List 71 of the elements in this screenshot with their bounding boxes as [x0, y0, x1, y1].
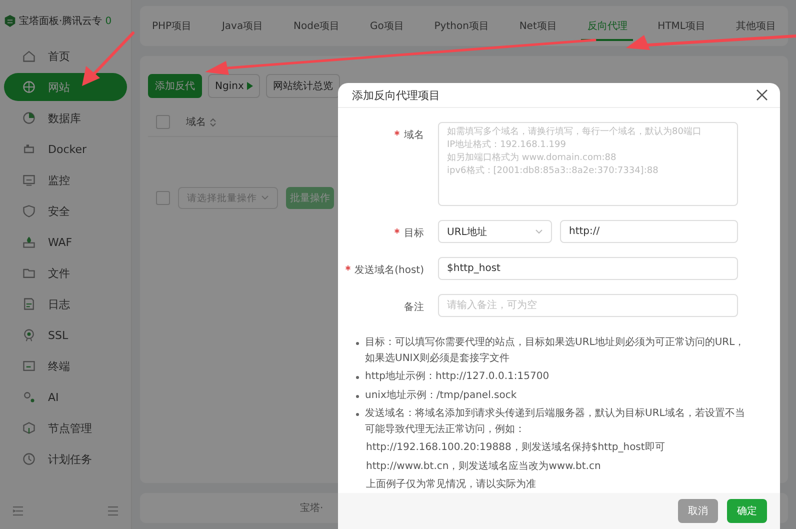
- play-icon: [246, 82, 253, 90]
- nav-item[interactable]: Docker: [4, 135, 127, 163]
- cube-icon: [22, 142, 36, 156]
- nav-item[interactable]: 日志: [4, 290, 127, 318]
- terminal-icon: [22, 359, 36, 373]
- close-icon[interactable]: [756, 89, 768, 102]
- nav-item[interactable]: AI: [4, 383, 127, 411]
- input-field[interactable]: 请输入备注，可为空: [438, 294, 738, 318]
- tab[interactable]: Python项目: [428, 6, 495, 41]
- node-tree-icon: [22, 421, 36, 435]
- help-text: http://www.bt.cn，则发送域名应当改为www.bt.cn: [366, 460, 601, 474]
- help-text: http://192.168.100.20:19888，则发送域名保持$http_host即可: [366, 440, 665, 456]
- monitor-icon: [22, 173, 36, 187]
- field-label: 发送域名(host): [354, 265, 424, 276]
- dialog-title: 添加反向代理项目: [352, 88, 440, 103]
- firewall-icon: [22, 235, 36, 249]
- chevron-down-icon: [535, 228, 543, 235]
- notification-count: 0: [105, 16, 112, 26]
- field-label: 域名: [404, 130, 424, 142]
- nav-item[interactable]: 节点管理: [4, 414, 127, 442]
- nav-item[interactable]: 数据库: [4, 104, 127, 132]
- home-icon: [22, 49, 36, 63]
- sort-icon[interactable]: [210, 118, 216, 126]
- cancel-button[interactable]: 取消: [678, 498, 718, 523]
- tab[interactable]: Node项目: [288, 6, 346, 41]
- target-type-dropdown[interactable]: URL地址: [438, 220, 552, 244]
- nav-item[interactable]: 监控: [4, 166, 127, 194]
- tab[interactable]: Go项目: [364, 6, 410, 41]
- footer-text: 宝塔·: [300, 502, 324, 515]
- tab[interactable]: PHP项目: [146, 6, 198, 41]
- help-text: unix地址示例：/tmp/panel.sock: [365, 388, 517, 403]
- help-text: http地址示例：http://127.0.0.1:15700: [365, 370, 550, 384]
- target-url-field[interactable]: http://: [560, 220, 738, 244]
- checkbox[interactable]: [156, 191, 170, 205]
- nav-item[interactable]: 首页: [4, 42, 127, 70]
- nav-item[interactable]: WAF: [4, 228, 127, 256]
- column-header[interactable]: 域名: [186, 115, 206, 129]
- chevron-down-icon: [261, 195, 269, 201]
- nav-item[interactable]: 文件: [4, 259, 127, 287]
- pie-chart-icon: [22, 111, 36, 125]
- nav-item[interactable]: 计划任务: [4, 445, 127, 473]
- panel-title: 宝塔面板·腾讯云专: [19, 14, 102, 28]
- nav-item[interactable]: 终端: [4, 352, 127, 380]
- confirm-button[interactable]: 确定: [727, 498, 767, 523]
- nav-item[interactable]: SSL: [4, 321, 127, 349]
- tab[interactable]: Net项目: [513, 6, 563, 41]
- nav-item[interactable]: 网站: [4, 73, 127, 101]
- annotation-arrow: [82, 32, 134, 86]
- collapse-icon[interactable]: [12, 505, 24, 517]
- tab[interactable]: 其他项目: [730, 6, 782, 41]
- nav-item[interactable]: 安全: [4, 197, 127, 225]
- clock-icon: [22, 452, 36, 466]
- folder-icon: [22, 266, 36, 280]
- toolbar-button[interactable]: Nginx: [208, 74, 260, 98]
- tab[interactable]: HTML项目: [652, 6, 712, 41]
- help-text: 上面例子仅为常见情况，请以实际为准: [366, 478, 536, 492]
- certificate-icon: [22, 328, 36, 342]
- toolbar-button[interactable]: 添加反代: [148, 74, 202, 98]
- document-icon: [22, 297, 36, 311]
- shield-icon: [22, 204, 36, 218]
- tab[interactable]: Java项目: [216, 6, 270, 41]
- field-label: 备注: [404, 302, 424, 314]
- input-field[interactable]: $http_host: [438, 257, 738, 280]
- globe-icon: [22, 80, 36, 94]
- toolbar-button[interactable]: 网站统计总览: [266, 74, 340, 98]
- checkbox[interactable]: [156, 115, 170, 129]
- tab[interactable]: 反向代理: [581, 6, 634, 41]
- field-label: 目标: [404, 228, 424, 240]
- menu-icon[interactable]: [107, 505, 119, 517]
- logo-icon: [4, 14, 16, 28]
- sparkle-icon: [22, 390, 36, 404]
